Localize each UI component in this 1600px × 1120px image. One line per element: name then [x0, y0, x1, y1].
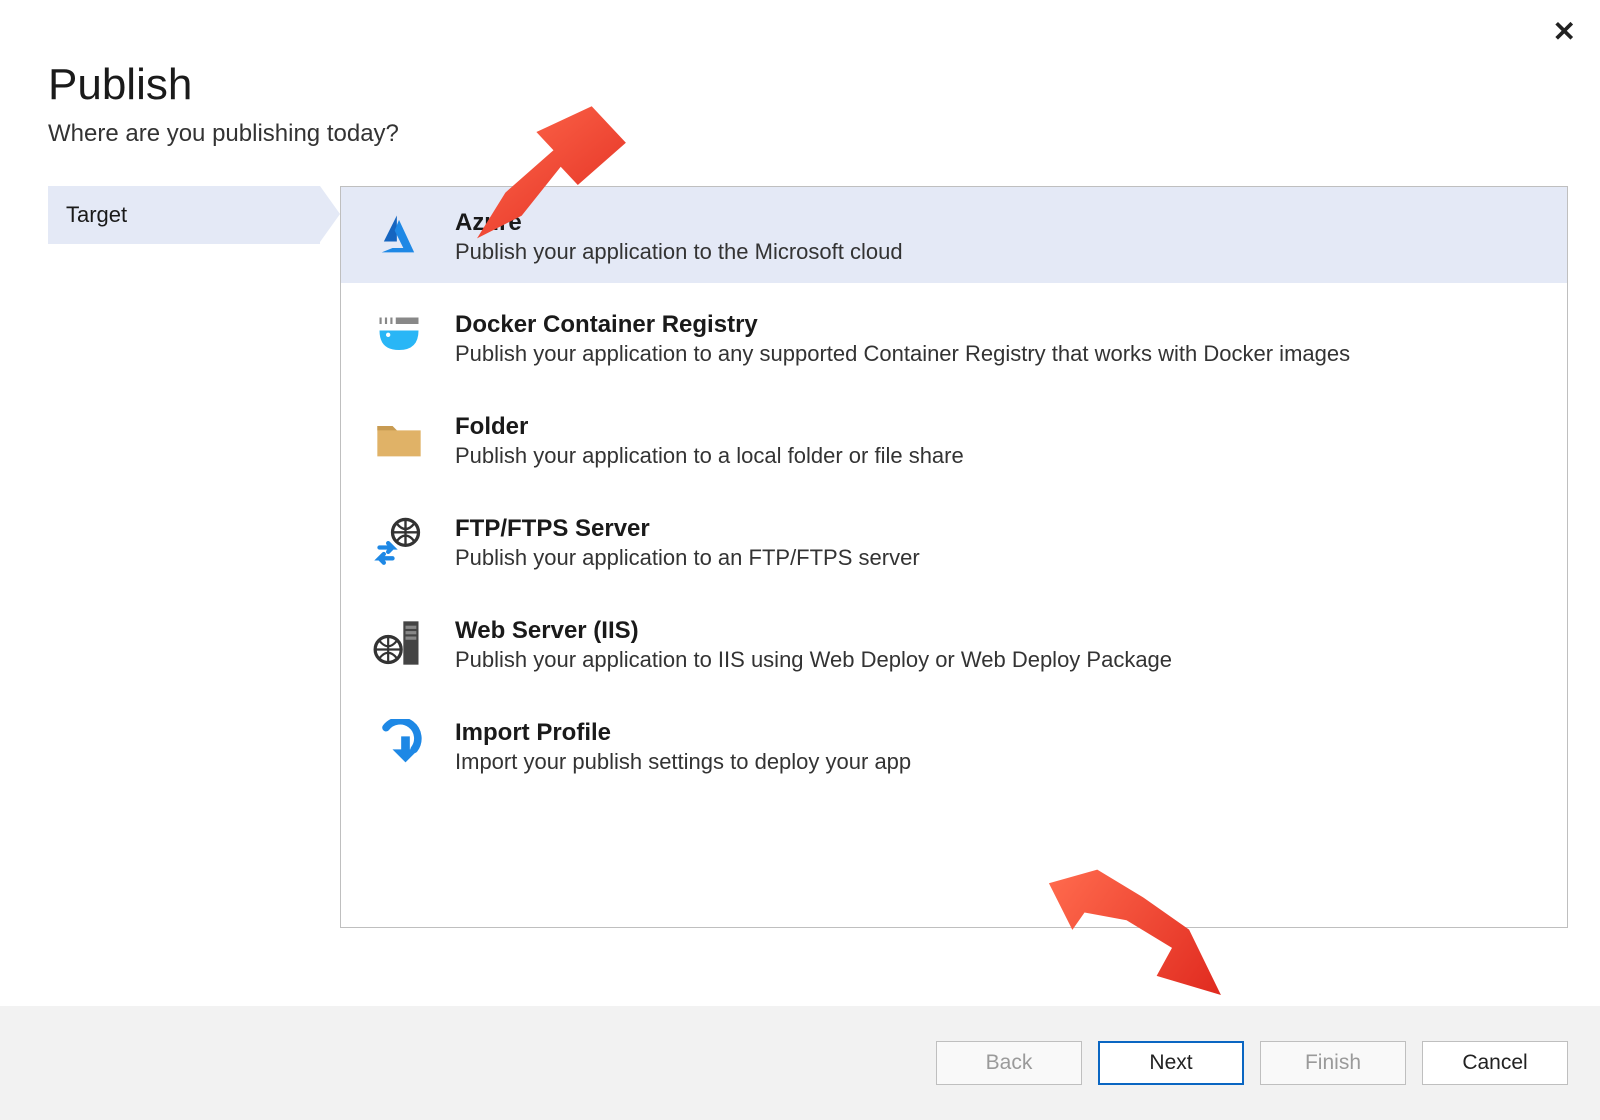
option-title: Import Profile — [455, 719, 911, 747]
option-title: Docker Container Registry — [455, 311, 1350, 339]
option-import-profile[interactable]: Import Profile Import your publish setti… — [341, 697, 1567, 793]
close-icon[interactable]: ✕ — [1553, 18, 1576, 46]
option-iis[interactable]: Web Server (IIS) Publish your applicatio… — [341, 595, 1567, 691]
option-title: Azure — [455, 209, 903, 237]
dialog-header: Publish Where are you publishing today? — [0, 0, 1600, 148]
iis-icon — [369, 613, 429, 673]
finish-button[interactable]: Finish — [1260, 1041, 1406, 1085]
step-label: Target — [66, 202, 127, 227]
back-button[interactable]: Back — [936, 1041, 1082, 1085]
option-folder[interactable]: Folder Publish your application to a loc… — [341, 391, 1567, 487]
option-docker[interactable]: Docker Container Registry Publish your a… — [341, 289, 1567, 385]
dialog-subtitle: Where are you publishing today? — [48, 120, 1600, 148]
ftp-icon — [369, 511, 429, 571]
import-icon — [369, 715, 429, 775]
cancel-button[interactable]: Cancel — [1422, 1041, 1568, 1085]
option-desc: Publish your application to IIS using We… — [455, 647, 1172, 673]
dialog-footer: Back Next Finish Cancel — [0, 1006, 1600, 1120]
docker-icon — [369, 307, 429, 367]
next-button[interactable]: Next — [1098, 1041, 1244, 1085]
folder-icon — [369, 409, 429, 469]
option-desc: Publish your application to the Microsof… — [455, 239, 903, 265]
option-desc: Import your publish settings to deploy y… — [455, 749, 911, 775]
option-desc: Publish your application to a local fold… — [455, 443, 964, 469]
wizard-steps: Target — [48, 186, 320, 244]
step-target[interactable]: Target — [48, 186, 320, 244]
option-desc: Publish your application to an FTP/FTPS … — [455, 545, 920, 571]
option-desc: Publish your application to any supporte… — [455, 341, 1350, 367]
option-title: Folder — [455, 413, 964, 441]
publish-dialog: ✕ Publish Where are you publishing today… — [0, 0, 1600, 1120]
azure-icon — [369, 205, 429, 265]
option-title: FTP/FTPS Server — [455, 515, 920, 543]
option-ftp[interactable]: FTP/FTPS Server Publish your application… — [341, 493, 1567, 589]
target-options-list: Azure Publish your application to the Mi… — [340, 186, 1568, 928]
dialog-title: Publish — [48, 60, 1600, 110]
option-azure[interactable]: Azure Publish your application to the Mi… — [341, 187, 1567, 283]
option-title: Web Server (IIS) — [455, 617, 1172, 645]
